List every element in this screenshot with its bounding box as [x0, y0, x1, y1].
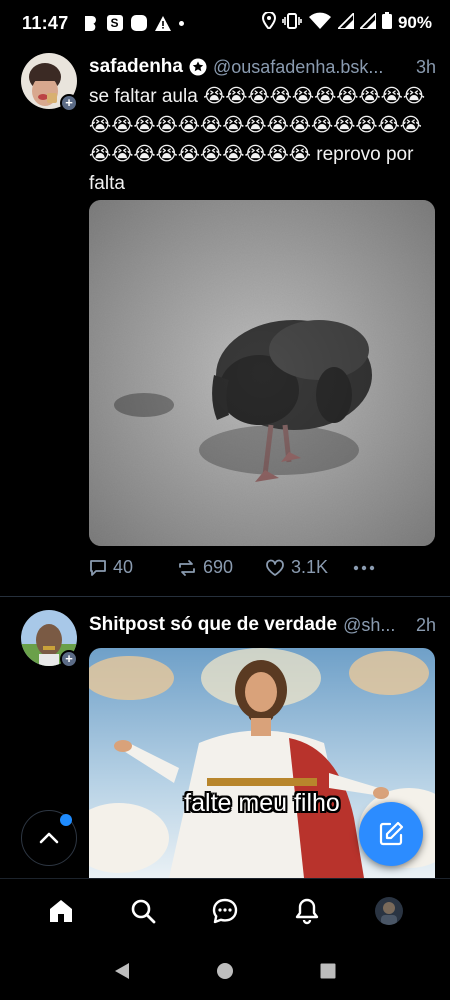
recents-square-icon — [320, 963, 336, 979]
system-recents-button[interactable] — [308, 951, 348, 991]
home-circle-icon — [216, 963, 233, 979]
follow-badge-icon[interactable]: + — [60, 94, 78, 112]
wifi-call-icon — [308, 12, 332, 35]
chat-icon — [212, 898, 238, 923]
handle[interactable]: @ousafadenha.bsk... — [213, 57, 408, 78]
handle[interactable]: @sh... — [343, 615, 408, 636]
new-posts-dot — [60, 814, 72, 826]
nav-profile[interactable] — [365, 887, 413, 935]
nav-chat[interactable] — [201, 887, 249, 935]
app-notification-icon — [130, 15, 147, 31]
post-header: safadenha @ousafadenha.bsk... 3h — [89, 56, 436, 78]
post-time[interactable]: 3h — [416, 57, 436, 78]
like-count: 3.1K — [291, 557, 329, 577]
verified-icon — [189, 58, 207, 76]
post-divider — [0, 596, 450, 597]
compose-button[interactable] — [359, 802, 423, 866]
repost-icon — [179, 559, 195, 576]
nav-home[interactable] — [37, 887, 85, 935]
post-time[interactable]: 2h — [416, 615, 436, 636]
nav-notifications[interactable] — [283, 887, 331, 935]
s-notification-icon: S — [106, 15, 123, 31]
reply-button[interactable]: 40 — [89, 557, 177, 578]
like-button[interactable]: 3.1K — [265, 557, 353, 578]
repost-count: 690 — [203, 557, 234, 577]
back-triangle-icon — [114, 963, 129, 979]
repost-button[interactable]: 690 — [177, 557, 265, 578]
status-time: 11:47 — [22, 12, 69, 33]
b-notification-icon — [83, 15, 99, 31]
heart-icon — [266, 559, 284, 576]
system-nav-bar — [0, 942, 450, 1000]
nav-search[interactable] — [119, 887, 167, 935]
post-image-pigeon[interactable] — [89, 200, 435, 546]
system-back-button[interactable] — [102, 951, 142, 991]
more-icon — [353, 565, 375, 570]
reply-icon — [90, 559, 106, 576]
post-card[interactable]: + safadenha @ousafadenha.bsk... 3h se fa… — [0, 46, 450, 598]
system-home-button[interactable] — [205, 951, 245, 991]
status-bar: 11:47 S 90% — [0, 0, 450, 46]
location-icon — [261, 10, 276, 34]
home-icon — [50, 899, 72, 922]
post-text: se faltar aula 😭😭😭😭😭😭😭😭😭😭😭😭😭😭😭😭😭😭😭😭😭😭😭😭😭… — [89, 86, 426, 194]
profile-avatar — [375, 896, 403, 925]
post-actions: 40 690 3.1K — [89, 557, 436, 578]
search-icon — [131, 899, 156, 923]
post-header: Shitpost só que de verdade @sh... 2h — [89, 614, 436, 636]
warning-icon — [154, 15, 171, 31]
reply-count: 40 — [113, 557, 134, 577]
bottom-nav — [0, 878, 450, 942]
display-name[interactable]: Shitpost só que de verdade — [89, 614, 337, 636]
status-left: 11:47 S — [22, 13, 184, 34]
follow-badge-icon[interactable]: + — [60, 650, 78, 668]
signal-icon — [335, 10, 355, 34]
signal-icon-2 — [357, 10, 377, 34]
chevron-up-icon — [39, 832, 59, 844]
battery-icon — [381, 12, 392, 34]
bell-icon — [295, 898, 319, 924]
compose-icon — [379, 821, 404, 846]
battery-level: 90% — [397, 13, 432, 32]
status-right: 90% — [261, 10, 432, 35]
more-options-button[interactable] — [353, 565, 375, 571]
dot-icon — [178, 20, 184, 26]
display-name[interactable]: safadenha — [89, 56, 183, 78]
vibrate-icon — [282, 12, 302, 34]
